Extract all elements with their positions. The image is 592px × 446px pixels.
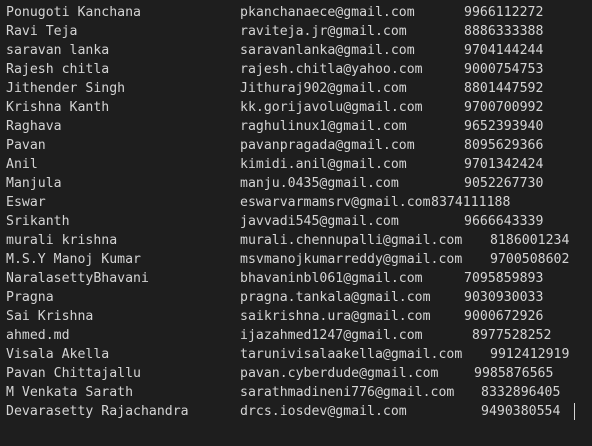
contact-name: Jithender Singh: [6, 81, 126, 96]
contact-phone: 9652393940: [464, 119, 544, 134]
text-line[interactable]: Krishna Kanth kk.gorijavolu@gmail.com 9700…: [0, 98, 592, 117]
contact-email: raghulinux1@gmail.com: [240, 119, 407, 134]
contact-email: murali.chennupalli@gmail.com: [240, 233, 463, 248]
text-editor[interactable]: Ponugoti Kanchana pkanchanaece@gmail.com 9…: [0, 0, 592, 446]
text-line[interactable]: Devarasetty Rajachandra drcs.iosdev@gmail…: [0, 402, 592, 421]
contact-phone: 9700508602: [490, 252, 570, 267]
contact-phone: 9490380554: [481, 404, 561, 419]
text-line[interactable]: Jithender Singh Jithuraj902@gmail.com 8801…: [0, 79, 592, 98]
contact-phone: 9985876565: [474, 366, 554, 381]
text-line[interactable]: Pavan Chittajallu pavan.cyberdude@gmail.c…: [0, 364, 592, 383]
contact-email: bhavaninbl061@gmail.com: [240, 271, 423, 286]
contact-name: M Venkata Sarath: [6, 385, 134, 400]
contact-email: msvmanojkumarreddy@gmail.com: [240, 252, 463, 267]
contact-name: Visala Akella: [6, 347, 110, 362]
contact-name: ahmed.md: [6, 328, 70, 343]
contact-phone: 8095629366: [464, 138, 544, 153]
text-line[interactable]: Pragna pragna.tankala@gmail.com 9030930033: [0, 288, 592, 307]
contact-email: pavan.cyberdude@gmail.com: [240, 366, 439, 381]
contact-name: Krishna Kanth: [6, 100, 110, 115]
contact-phone: 8186001234: [490, 233, 570, 248]
contact-name: Ravi Teja: [6, 24, 78, 39]
text-line[interactable]: NaralasettyBhavani bhavaninbl061@gmail.co…: [0, 269, 592, 288]
contact-name: murali krishna: [6, 233, 118, 248]
contact-phone: 9052267730: [464, 176, 544, 191]
text-line[interactable]: Manjula manju.0435@gmail.com 9052267730: [0, 174, 592, 193]
contact-email: pavanpragada@gmail.com: [240, 138, 415, 153]
contact-email: ijazahmed1247@gmail.com: [240, 328, 423, 343]
text-line[interactable]: Sai Krishna saikrishna.ura@gmail.com 90006…: [0, 307, 592, 326]
text-line[interactable]: Srikanth javvadi545@gmail.com 9666643339: [0, 212, 592, 231]
text-line[interactable]: Eswar eswarvarmamsrv@gmail.com 8374111188: [0, 193, 592, 212]
contact-phone: 8374111188: [431, 195, 511, 210]
text-line[interactable]: Pavan pavanpragada@gmail.com 8095629366: [0, 136, 592, 155]
contact-phone: 9000672926: [464, 309, 544, 324]
contact-email: Jithuraj902@gmail.com: [240, 81, 407, 96]
text-line[interactable]: saravan lanka saravanlanka@gmail.com 97041…: [0, 41, 592, 60]
contact-email: sarathmadineni776@gmail.com: [240, 385, 455, 400]
contact-name: Srikanth: [6, 214, 70, 229]
contact-email: manju.0435@gmail.com: [240, 176, 399, 191]
contact-email: tarunivisalaakella@gmail.com: [240, 347, 463, 362]
contact-name: Eswar: [6, 195, 46, 210]
contact-phone: 9704144244: [464, 43, 544, 58]
contact-name: NaralasettyBhavani: [6, 271, 149, 286]
contact-name: saravan lanka: [6, 43, 110, 58]
contact-email: pragna.tankala@gmail.com: [240, 290, 431, 305]
contact-name: Rajesh chitla: [6, 62, 110, 77]
text-line[interactable]: Rajesh chitla rajesh.chitla@yahoo.com 9000…: [0, 60, 592, 79]
contact-name: Raghava: [6, 119, 62, 134]
text-cursor: [574, 403, 575, 420]
text-line[interactable]: Anil kimidi.anil@gmail.com 9701342424: [0, 155, 592, 174]
contact-email: drcs.iosdev@gmail.com: [240, 404, 407, 419]
contact-phone: 9666643339: [464, 214, 544, 229]
contact-email: raviteja.jr@gmail.com: [240, 24, 407, 39]
text-line[interactable]: Ponugoti Kanchana pkanchanaece@gmail.com 9…: [0, 3, 592, 22]
contact-phone: 9000754753: [464, 62, 544, 77]
text-line[interactable]: Visala Akella tarunivisalaakella@gmail.co…: [0, 345, 592, 364]
contact-name: Pavan Chittajallu: [6, 366, 141, 381]
contact-email: pkanchanaece@gmail.com: [240, 5, 415, 20]
contact-phone: 9700700992: [464, 100, 544, 115]
contact-email: saikrishna.ura@gmail.com: [240, 309, 431, 324]
contact-phone: 9030930033: [464, 290, 544, 305]
contact-name: Anil: [6, 157, 38, 172]
contact-email: javvadi545@gmail.com: [240, 214, 399, 229]
contact-name: Pragna: [6, 290, 54, 305]
contact-phone: 8977528252: [472, 328, 552, 343]
contact-name: Ponugoti Kanchana: [6, 5, 141, 20]
contact-phone: 8801447592: [464, 81, 544, 96]
contact-email: eswarvarmamsrv@gmail.com: [240, 195, 431, 210]
text-line[interactable]: Ravi Teja raviteja.jr@gmail.com 8886333388: [0, 22, 592, 41]
contact-email: kk.gorijavolu@gmail.com: [240, 100, 423, 115]
contact-name: Pavan: [6, 138, 46, 153]
contact-email: saravanlanka@gmail.com: [240, 43, 415, 58]
contact-email: rajesh.chitla@yahoo.com: [240, 62, 423, 77]
contact-name: Sai Krishna: [6, 309, 94, 324]
contact-phone: 9912412919: [490, 347, 570, 362]
contact-phone: 9701342424: [464, 157, 544, 172]
contact-name: Manjula: [6, 176, 62, 191]
contact-phone: 9966112272: [464, 5, 544, 20]
contact-phone: 7095859893: [464, 271, 544, 286]
text-line[interactable]: M.S.Y Manoj Kumar msvmanojkumarreddy@gmai…: [0, 250, 592, 269]
contact-email: kimidi.anil@gmail.com: [240, 157, 407, 172]
contact-name: Devarasetty Rajachandra: [6, 404, 189, 419]
contact-name: M.S.Y Manoj Kumar: [6, 252, 141, 267]
text-line[interactable]: M Venkata Sarath sarathmadineni776@gmail.…: [0, 383, 592, 402]
text-line[interactable]: Raghava raghulinux1@gmail.com 9652393940: [0, 117, 592, 136]
text-line[interactable]: ahmed.md ijazahmed1247@gmail.com 897752825…: [0, 326, 592, 345]
text-line[interactable]: murali krishna murali.chennupalli@gmail.c…: [0, 231, 592, 250]
contact-phone: 8886333388: [464, 24, 544, 39]
contact-phone: 8332896405: [481, 385, 561, 400]
